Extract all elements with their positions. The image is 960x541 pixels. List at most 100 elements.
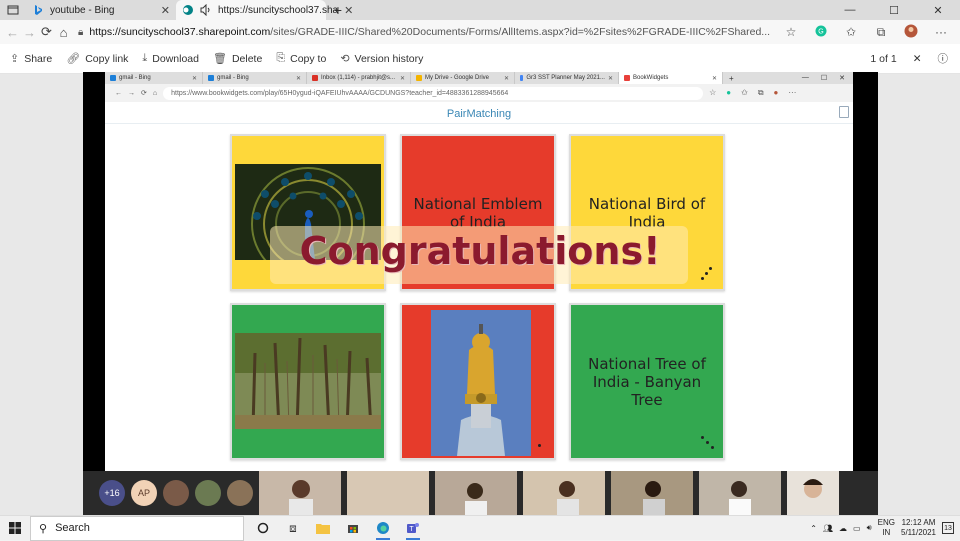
close-tab-icon[interactable]: ✕ xyxy=(344,4,353,17)
page-indicator: 1 of 1 xyxy=(870,52,897,65)
speaker-icon[interactable] xyxy=(200,3,212,17)
shared-screen-video: gmail - Bing ✕ gmail - Bing ✕ Inbox (1,114… xyxy=(83,72,878,515)
store-icon[interactable] xyxy=(338,516,368,541)
version-history-button[interactable]: ⟲ Version history xyxy=(340,52,423,66)
people-icon[interactable]: 👥︎ xyxy=(823,524,833,533)
window-controls: — ☐ ✕ xyxy=(828,4,960,17)
page-pager: 1 of 1 ✕ ⓘ xyxy=(870,51,960,66)
download-button[interactable]: ⤓ Download xyxy=(142,52,199,65)
profile-icon[interactable]: ● xyxy=(774,88,779,98)
inner-tab-active[interactable]: BookWidgets ✕ xyxy=(619,72,723,84)
drag-handle-icon[interactable] xyxy=(701,436,715,450)
outer-url-field[interactable]: 🔒︎ https://suncityschool37.sharepoint.co… xyxy=(74,22,774,42)
inner-tab[interactable]: Inbox (1,114) - prabhjit@s... ✕ xyxy=(307,72,411,84)
add-favorite-icon[interactable]: ☆ xyxy=(709,88,716,98)
inner-tab[interactable]: gmail - Bing ✕ xyxy=(105,72,203,84)
close-window-icon[interactable]: ✕ xyxy=(839,74,845,82)
windows-taskbar: ⚲ Search ⧈ T ⌃ 👥︎ ☁︎ ▭ 🔊︎ ENG IN 12:12 A… xyxy=(0,515,960,541)
favorites-icon[interactable]: ✩ xyxy=(741,88,748,98)
refresh-icon[interactable]: ⟳ xyxy=(40,21,53,43)
info-icon[interactable]: ⓘ xyxy=(938,51,949,66)
delete-button[interactable]: 🗑︎ Delete xyxy=(213,52,262,66)
forward-icon[interactable]: → xyxy=(128,90,135,97)
participant-video[interactable] xyxy=(523,471,605,515)
participant-video[interactable] xyxy=(347,471,429,515)
share-button[interactable]: ⇪ Share xyxy=(10,52,52,66)
participant-video[interactable] xyxy=(435,471,517,515)
inner-tab[interactable]: Gr3 SST Planner May 2021... ✕ xyxy=(515,72,619,84)
windows-start-icon[interactable] xyxy=(0,516,30,541)
file-explorer-icon[interactable] xyxy=(308,516,338,541)
tab-actions-icon[interactable] xyxy=(0,0,26,20)
participant-avatar[interactable] xyxy=(227,480,253,506)
grammarly-icon[interactable]: G xyxy=(808,25,834,40)
more-icon[interactable]: ··· xyxy=(788,88,796,98)
home-icon[interactable]: ⌂ xyxy=(57,21,70,43)
close-tab-icon[interactable]: ✕ xyxy=(161,4,170,17)
participant-video[interactable] xyxy=(699,471,781,515)
collections-icon[interactable]: ⧉ xyxy=(868,25,894,40)
back-icon[interactable]: ← xyxy=(6,21,19,43)
minimize-icon[interactable]: — xyxy=(802,74,809,82)
more-participants-badge[interactable]: +16 xyxy=(99,480,125,506)
close-tab-icon[interactable]: ✕ xyxy=(192,75,197,82)
drag-handle-icon[interactable] xyxy=(701,267,715,281)
add-favorite-icon[interactable]: ☆ xyxy=(778,25,804,39)
outer-tab-youtube[interactable]: youtube - Bing ✕ xyxy=(26,0,176,20)
document-command-bar: ⇪ Share 🔗︎ Copy link ⤓ Download 🗑︎ Delete ⎘ C… xyxy=(0,44,960,74)
chevron-up-icon[interactable]: ⌃ xyxy=(810,524,817,533)
home-icon[interactable]: ⌂ xyxy=(153,90,157,97)
close-tab-icon[interactable]: ✕ xyxy=(296,75,301,82)
outer-tab-sharepoint[interactable]: https://suncityschool37.sha ✕ xyxy=(176,0,353,20)
close-window-icon[interactable]: ✕ xyxy=(916,4,960,17)
back-icon[interactable]: ← xyxy=(115,90,122,97)
outer-tab-label: https://suncityschool37.sha xyxy=(218,4,339,16)
more-icon[interactable]: ··· xyxy=(928,25,954,39)
participant-video[interactable] xyxy=(787,471,839,515)
clock[interactable]: 12:12 AM 5/11/2021 xyxy=(901,518,936,538)
volume-icon[interactable]: 🔊︎ xyxy=(867,523,872,533)
maximize-icon[interactable]: ☐ xyxy=(872,4,916,17)
favorites-icon[interactable]: ✩ xyxy=(838,25,864,39)
participant-avatar[interactable] xyxy=(163,480,189,506)
collections-icon[interactable]: ⧉ xyxy=(758,88,764,98)
inner-tab[interactable]: gmail - Bing ✕ xyxy=(203,72,307,84)
close-tab-icon[interactable]: ✕ xyxy=(712,75,717,82)
drag-handle-icon[interactable] xyxy=(532,436,546,450)
participant-avatar-initials[interactable]: AP xyxy=(131,480,157,506)
grammarly-icon[interactable]: ● xyxy=(726,88,731,98)
participant-video[interactable] xyxy=(611,471,693,515)
trash-icon[interactable] xyxy=(839,106,849,118)
copy-to-button[interactable]: ⎘ Copy to xyxy=(276,52,326,65)
teams-icon[interactable]: T xyxy=(398,516,428,541)
copy-link-button[interactable]: 🔗︎ Copy link xyxy=(66,52,128,66)
edge-icon[interactable] xyxy=(368,516,398,541)
close-tab-icon[interactable]: ✕ xyxy=(608,75,613,82)
onedrive-icon[interactable]: ☁︎ xyxy=(839,524,847,533)
card-banyan-tree[interactable] xyxy=(230,303,386,460)
maximize-icon[interactable]: ☐ xyxy=(821,74,827,82)
network-icon[interactable]: ▭ xyxy=(853,524,861,533)
refresh-icon[interactable]: ⟳ xyxy=(141,89,147,97)
taskbar-search[interactable]: ⚲ Search xyxy=(30,515,244,541)
participant-avatar[interactable] xyxy=(195,480,221,506)
close-icon[interactable]: ✕ xyxy=(913,53,922,65)
search-placeholder: Search xyxy=(55,522,90,534)
outer-address-bar: ← → ⟳ ⌂ 🔒︎ https://suncityschool37.share… xyxy=(0,20,960,44)
close-tab-icon[interactable]: ✕ xyxy=(400,75,405,82)
task-view-icon[interactable]: ⧈ xyxy=(278,516,308,541)
language-indicator[interactable]: ENG IN xyxy=(878,518,895,538)
minimize-icon[interactable]: — xyxy=(828,4,872,17)
notification-center-icon[interactable]: 13 xyxy=(942,522,954,534)
inner-toolbar-icons: ☆ ● ✩ ⧉ ● ··· xyxy=(709,88,796,98)
cortana-icon[interactable] xyxy=(248,516,278,541)
card-national-tree-text[interactable]: National Tree of India - Banyan Tree xyxy=(569,303,725,460)
profile-icon[interactable] xyxy=(898,24,924,41)
participant-video[interactable] xyxy=(259,471,341,515)
new-tab-button[interactable]: + xyxy=(723,74,740,83)
forward-icon[interactable]: → xyxy=(23,21,36,43)
inner-url-field[interactable]: https://www.bookwidgets.com/play/65H0ygu… xyxy=(163,86,704,100)
card-ashoka-emblem[interactable] xyxy=(400,303,556,460)
inner-tab[interactable]: My Drive - Google Drive ✕ xyxy=(411,72,515,84)
close-tab-icon[interactable]: ✕ xyxy=(504,75,509,82)
